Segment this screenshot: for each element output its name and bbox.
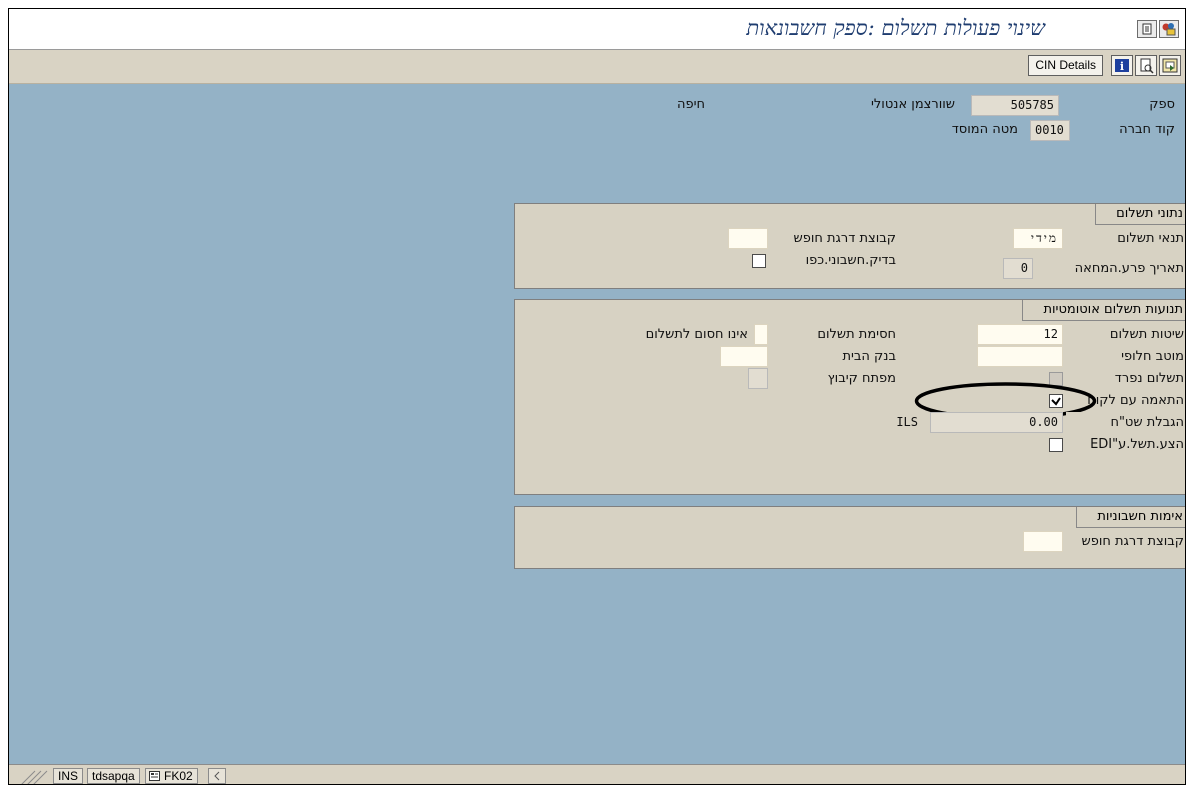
company-name: מטה המוסד (951, 122, 1018, 137)
status-transaction[interactable]: FK02 (145, 768, 198, 784)
title-bar: שינוי פעולות תשלום :ספק חשבונאות (9, 9, 1185, 50)
payment-block-text: אינו חסום לתשלום (645, 327, 748, 342)
edi-payment-label: הצע.תשל.ע"EDI (1066, 434, 1185, 455)
check-cashing-label: תאריך פרע.המחאה (1036, 258, 1185, 279)
double-invoice-checkbox[interactable] (752, 254, 766, 268)
cin-details-button[interactable]: CIN Details (1028, 55, 1103, 76)
check-cashing-field[interactable]: 0 (1003, 258, 1033, 279)
status-collapse-icon[interactable] (208, 768, 226, 784)
sap-window: שינוי פעולות תשלום :ספק חשבונאות CIN Det… (8, 8, 1186, 785)
alternate-payee-field[interactable] (977, 346, 1063, 367)
payment-data-group: נתוני תשלום תנאי תשלום מידי קבוצת דרגת ח… (514, 203, 1185, 289)
company-code-label: קוד חברה (1119, 122, 1175, 137)
payment-block-field[interactable] (754, 324, 768, 345)
vendor-label: ספק (1149, 97, 1175, 112)
export-icon[interactable] (1159, 55, 1181, 76)
vendor-field[interactable]: 505785 (971, 95, 1059, 116)
customize-layout-icon[interactable] (1159, 20, 1179, 38)
auto-payment-group: תנועות תשלום אוטומטיות שיטות תשלום 12 חס… (514, 299, 1185, 495)
alternate-payee-label: מוטב חלופי (1066, 346, 1185, 367)
tolerance-group-label: קבוצת דרגת חופש (770, 228, 900, 249)
double-invoice-label: בדיק.חשבוני.כפו (770, 250, 900, 271)
svg-text:i: i (1120, 60, 1124, 73)
grouping-key-field[interactable] (748, 368, 768, 389)
payment-data-title: נתוני תשלום (1095, 204, 1185, 225)
info-icon[interactable]: i (1111, 55, 1133, 76)
status-mode: INS (53, 768, 84, 784)
payment-terms-label: תנאי תשלום (1066, 228, 1185, 249)
payment-methods-label: שיטות תשלום (1066, 324, 1185, 345)
house-bank-label: בנק הבית (770, 346, 900, 367)
house-bank-field[interactable] (720, 346, 768, 367)
vendor-name: שוורצמן אנטולי (870, 97, 955, 112)
status-bar: INS tdsapqa FK02 (9, 764, 1185, 785)
payment-methods-field[interactable]: 12 (977, 324, 1063, 345)
invoice-verification-group: אימות חשבוניות קבוצת דרגת חופש (514, 506, 1185, 569)
display-document-icon[interactable] (1135, 55, 1157, 76)
invoice-tolerance-label: קבוצת דרגת חופש (1066, 531, 1185, 552)
edi-payment-checkbox[interactable] (1049, 438, 1063, 452)
invoice-verification-title: אימות חשבוניות (1076, 507, 1185, 528)
application-toolbar: CIN Details i (9, 50, 1185, 84)
transaction-icon (149, 771, 160, 781)
bill-limit-label: הגבלת שט"ח (1066, 412, 1185, 433)
status-server: tdsapqa (87, 768, 140, 784)
status-transaction-code: FK02 (164, 769, 193, 783)
invoice-tolerance-field[interactable] (1023, 531, 1063, 552)
bill-limit-currency: ILS (896, 415, 918, 429)
payment-block-label: חסימת תשלום (770, 324, 900, 345)
grouping-key-label: מפתח קיבוץ (770, 368, 900, 389)
status-resize-grip-icon[interactable] (15, 768, 51, 785)
auto-payment-title: תנועות תשלום אוטומטיות (1022, 300, 1185, 321)
company-code-field[interactable]: 0010 (1030, 120, 1070, 141)
window-menu-icon[interactable] (1137, 20, 1157, 38)
page-title: שינוי פעולות תשלום :ספק חשבונאות (746, 16, 1045, 40)
bill-limit-field[interactable]: 0.00 (930, 412, 1063, 433)
payment-terms-field[interactable]: מידי (1013, 228, 1063, 249)
tolerance-group-field[interactable] (728, 228, 768, 249)
vendor-city: חיפה (676, 97, 705, 112)
